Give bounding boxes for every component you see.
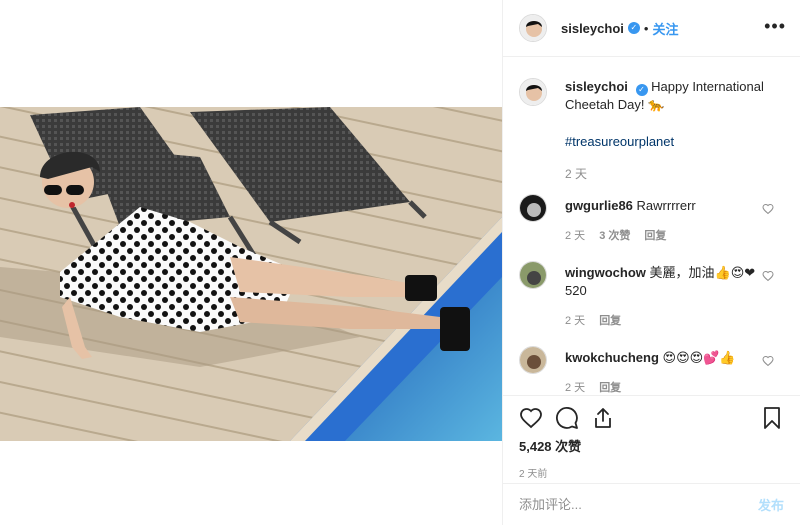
- caption-body: sisleychoi ✓ Happy International Cheetah…: [565, 78, 765, 182]
- comment-like-heart-icon[interactable]: [762, 270, 774, 282]
- caption-hashtag[interactable]: #treasureourplanet: [565, 134, 765, 149]
- post-header: sisleychoi ✓ • 关注 •••: [503, 0, 800, 57]
- post-photo-image: [0, 107, 502, 441]
- commenter-avatar-image: [520, 262, 546, 288]
- separator-dot: •: [643, 20, 649, 36]
- post-caption: sisleychoi ✓ Happy International Cheetah…: [519, 78, 784, 182]
- comment-text-line: kwokchucheng 😍😍😍💕👍: [565, 349, 775, 367]
- comment-username[interactable]: kwokchucheng: [565, 350, 659, 365]
- post-sidebar: sisleychoi ✓ • 关注 ••• sisleychoi ✓ Happy…: [502, 0, 800, 525]
- comment-text: Rawrrrrerr: [636, 198, 696, 213]
- caption-username[interactable]: sisleychoi: [565, 79, 628, 94]
- comment-body: wingwochow 美麗，加油👍😍❤ 520 2 天 回复: [565, 261, 775, 328]
- verified-badge-icon: ✓: [635, 84, 648, 96]
- caption-time: 2 天: [565, 167, 588, 181]
- comment-meta: 2 天 回复: [565, 312, 775, 328]
- commenter-avatar[interactable]: [519, 194, 547, 222]
- avatar-image: [520, 15, 546, 41]
- comment-likes-link[interactable]: 3 次赞: [599, 227, 630, 243]
- comment-username[interactable]: gwgurlie86: [565, 198, 633, 213]
- comment-time: 2 天: [565, 382, 586, 394]
- comment-reply-link[interactable]: 回复: [644, 227, 666, 243]
- comment-item: kwokchucheng 😍😍😍💕👍 2 天 回复: [519, 346, 784, 395]
- comment-body: gwgurlie86 Rawrrrrerr 2 天 3 次赞 回复: [565, 194, 775, 243]
- likes-count[interactable]: 5,428 次赞: [519, 436, 784, 455]
- heart-icon[interactable]: [519, 406, 543, 430]
- comment-icon[interactable]: [555, 406, 579, 430]
- comment-username[interactable]: wingwochow: [565, 265, 646, 280]
- commenter-avatar-image: [520, 347, 546, 373]
- comment-item: gwgurlie86 Rawrrrrerr 2 天 3 次赞 回复: [519, 194, 784, 243]
- verified-badge-icon: ✓: [627, 22, 640, 34]
- post-photo[interactable]: [0, 107, 502, 441]
- follow-button[interactable]: 关注: [652, 19, 678, 38]
- comment-meta: 2 天 回复: [565, 379, 775, 395]
- commenter-avatar-image: [520, 195, 546, 221]
- post-date: 2 天前: [519, 469, 548, 480]
- comment-input[interactable]: [519, 497, 758, 512]
- comments-list[interactable]: sisleychoi ✓ Happy International Cheetah…: [503, 57, 800, 395]
- author-username[interactable]: sisleychoi: [561, 21, 624, 36]
- comment-reply-link[interactable]: 回复: [599, 312, 621, 328]
- post-actions: 5,428 次赞 2 天前: [503, 395, 800, 485]
- comment-time: 2 天: [565, 315, 586, 327]
- comment-time: 2 天: [565, 230, 586, 242]
- post-comment-button[interactable]: 发布: [758, 495, 784, 514]
- caption-avatar[interactable]: [519, 78, 547, 106]
- action-icons-row: [519, 396, 784, 440]
- comment-like-heart-icon[interactable]: [762, 355, 774, 367]
- more-horizontal-icon[interactable]: •••: [764, 16, 786, 36]
- post-media-area: [0, 0, 502, 525]
- comment-body: kwokchucheng 😍😍😍💕👍 2 天 回复: [565, 346, 775, 395]
- author-avatar[interactable]: [519, 14, 547, 42]
- caption-avatar-image: [520, 79, 546, 105]
- share-icon[interactable]: [591, 406, 615, 430]
- comment-like-heart-icon[interactable]: [762, 203, 774, 215]
- commenter-avatar[interactable]: [519, 346, 547, 374]
- comment-text: 😍😍😍💕👍: [662, 350, 736, 365]
- comment-text-line: gwgurlie86 Rawrrrrerr: [565, 197, 775, 215]
- commenter-avatar[interactable]: [519, 261, 547, 289]
- comment-reply-link[interactable]: 回复: [599, 379, 621, 395]
- caption-text-line: sisleychoi ✓ Happy International Cheetah…: [565, 78, 765, 114]
- comment-text-line: wingwochow 美麗，加油👍😍❤ 520: [565, 264, 775, 300]
- comment-meta: 2 天 3 次赞 回复: [565, 227, 775, 243]
- comment-item: wingwochow 美麗，加油👍😍❤ 520 2 天 回复: [519, 261, 784, 328]
- bookmark-icon[interactable]: [760, 406, 784, 430]
- add-comment-bar: 发布: [503, 483, 800, 525]
